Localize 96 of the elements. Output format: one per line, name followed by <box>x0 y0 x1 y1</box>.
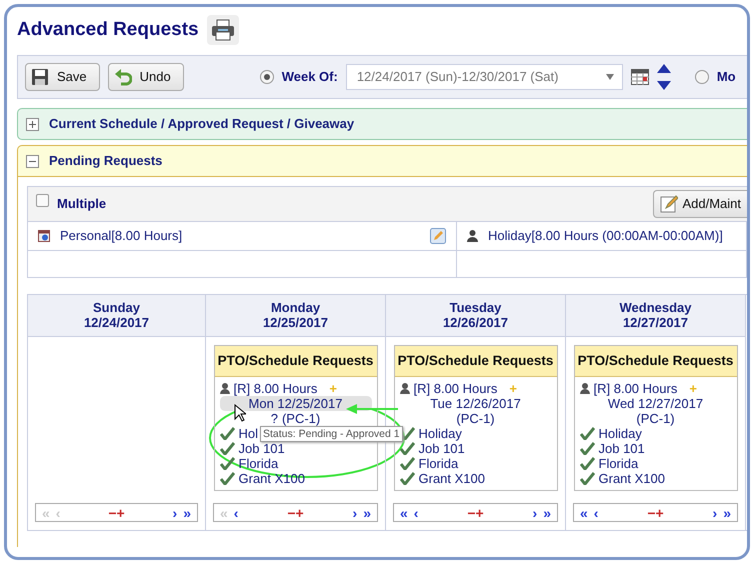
dropdown-caret-icon <box>606 74 614 80</box>
request-code: (PC-1) <box>282 411 320 426</box>
month-label: Mo <box>716 68 736 86</box>
card-title: PTO/Schedule Requests <box>574 346 736 377</box>
request-text[interactable]: Holiday[8.00 Hours (00:00AM-00:00AM)] <box>488 226 723 246</box>
check-icon <box>220 442 234 455</box>
next-button[interactable]: › <box>532 506 538 520</box>
request-item: Job 101 <box>238 441 285 456</box>
request-text[interactable]: Personal[8.00 Hours] <box>60 226 182 246</box>
week-label: Week Of: <box>282 68 338 86</box>
last-page-button[interactable]: » <box>363 506 371 520</box>
previous-button[interactable]: ‹ <box>414 506 418 520</box>
remove-button[interactable]: − <box>647 506 656 520</box>
day-name: Sunday <box>92 300 141 315</box>
page-title: Advanced Requests <box>17 18 199 42</box>
add-button[interactable]: + <box>116 506 125 520</box>
first-page-button[interactable]: « <box>580 506 588 520</box>
day-name: Monday <box>270 300 322 315</box>
first-page-button[interactable]: « <box>400 506 408 520</box>
last-page-button[interactable]: » <box>723 506 731 520</box>
day-date: 12/24/2017 <box>82 315 150 330</box>
request-item: Florida <box>238 456 278 471</box>
remove-button[interactable]: − <box>467 506 476 520</box>
request-item: Florida <box>418 456 458 471</box>
help-mark: ? <box>270 411 278 426</box>
request-item: Holiday <box>418 426 462 441</box>
request-item: Florida <box>598 456 638 471</box>
check-icon <box>580 457 594 470</box>
check-icon <box>220 457 234 470</box>
check-icon <box>580 472 594 485</box>
edit-icon <box>660 195 678 213</box>
request-hours[interactable]: [R] 8.00 Hours <box>234 381 318 396</box>
request-code: (PC-1) <box>636 411 675 426</box>
add-button[interactable]: + <box>656 506 664 520</box>
person-icon <box>467 230 478 242</box>
day-date: 12/25/2017 <box>262 315 330 330</box>
day-date: 12/26/2017 <box>442 315 510 330</box>
request-item: Holiday <box>598 426 642 441</box>
printer-icon <box>210 19 235 41</box>
request-date[interactable]: Tue 12/26/2017 <box>400 396 552 411</box>
day-name: Tuesday <box>448 300 502 315</box>
request-date[interactable]: Mon 12/25/2017 <box>220 396 372 411</box>
request-hours[interactable]: [R] 8.00 Hours <box>594 381 678 396</box>
person-icon <box>400 383 410 394</box>
previous-button[interactable]: ‹ <box>594 506 598 520</box>
request-hours[interactable]: [R] 8.00 Hours <box>414 381 498 396</box>
next-button[interactable]: › <box>712 506 718 520</box>
check-icon <box>580 442 594 455</box>
add-button[interactable]: + <box>296 506 304 520</box>
day-name: Wednesday <box>618 300 692 315</box>
previous-button[interactable]: ‹ <box>234 506 238 520</box>
request-item: Grant X100 <box>418 471 485 486</box>
check-icon <box>400 442 414 455</box>
request-item: Job 101 <box>418 441 465 456</box>
request-date[interactable]: Wed 12/27/2017 <box>580 396 732 411</box>
pointer-arrow <box>346 404 398 414</box>
calendar-icon[interactable] <box>630 69 649 85</box>
add-button[interactable]: + <box>476 506 484 520</box>
week-radio[interactable] <box>260 70 274 84</box>
multiple-label: Multiple <box>57 195 106 214</box>
add-maintain-button[interactable]: Add/Maint <box>653 190 747 218</box>
print-button[interactable] <box>206 15 239 45</box>
day-date: 12/27/2017 <box>622 315 690 330</box>
last-page-button[interactable]: » <box>183 506 191 520</box>
request-item: Job 101 <box>598 441 645 456</box>
remove-button[interactable]: − <box>108 506 116 520</box>
undo-icon <box>114 68 132 86</box>
mouse-cursor-icon <box>234 404 246 422</box>
month-radio[interactable] <box>694 70 709 84</box>
up-down-arrows-icon[interactable] <box>656 64 671 90</box>
check-icon <box>220 427 234 440</box>
person-icon <box>580 383 590 394</box>
request-code: (PC-1) <box>456 411 495 426</box>
section-title[interactable]: Pending Requests <box>49 151 162 171</box>
multiple-checkbox[interactable] <box>36 194 49 206</box>
card-title: PTO/Schedule Requests <box>214 346 376 377</box>
calendar-clock-icon <box>38 230 50 242</box>
week-value: 12/24/2017 (Sun)-12/30/2017 (Sat) <box>356 68 558 86</box>
undo-button[interactable]: Undo <box>108 63 184 91</box>
check-icon <box>400 457 414 470</box>
card-title: PTO/Schedule Requests <box>394 346 556 377</box>
next-button[interactable]: › <box>352 506 358 520</box>
person-icon <box>220 383 230 394</box>
collapse-icon[interactable] <box>26 154 39 168</box>
save-button[interactable]: Save <box>25 63 100 91</box>
week-select[interactable]: 12/24/2017 (Sun)-12/30/2017 (Sat) <box>346 64 623 90</box>
tooltip: Status: Pending - Approved 1 <box>260 426 403 442</box>
request-item: Grant X100 <box>598 471 665 486</box>
expand-icon[interactable] <box>26 118 39 130</box>
check-icon <box>220 472 234 485</box>
check-icon <box>580 427 594 440</box>
request-item: Hol <box>238 426 258 441</box>
check-icon <box>400 472 414 485</box>
last-page-button[interactable]: » <box>543 506 551 520</box>
remove-button[interactable]: − <box>287 506 296 520</box>
next-button[interactable]: › <box>172 506 178 520</box>
